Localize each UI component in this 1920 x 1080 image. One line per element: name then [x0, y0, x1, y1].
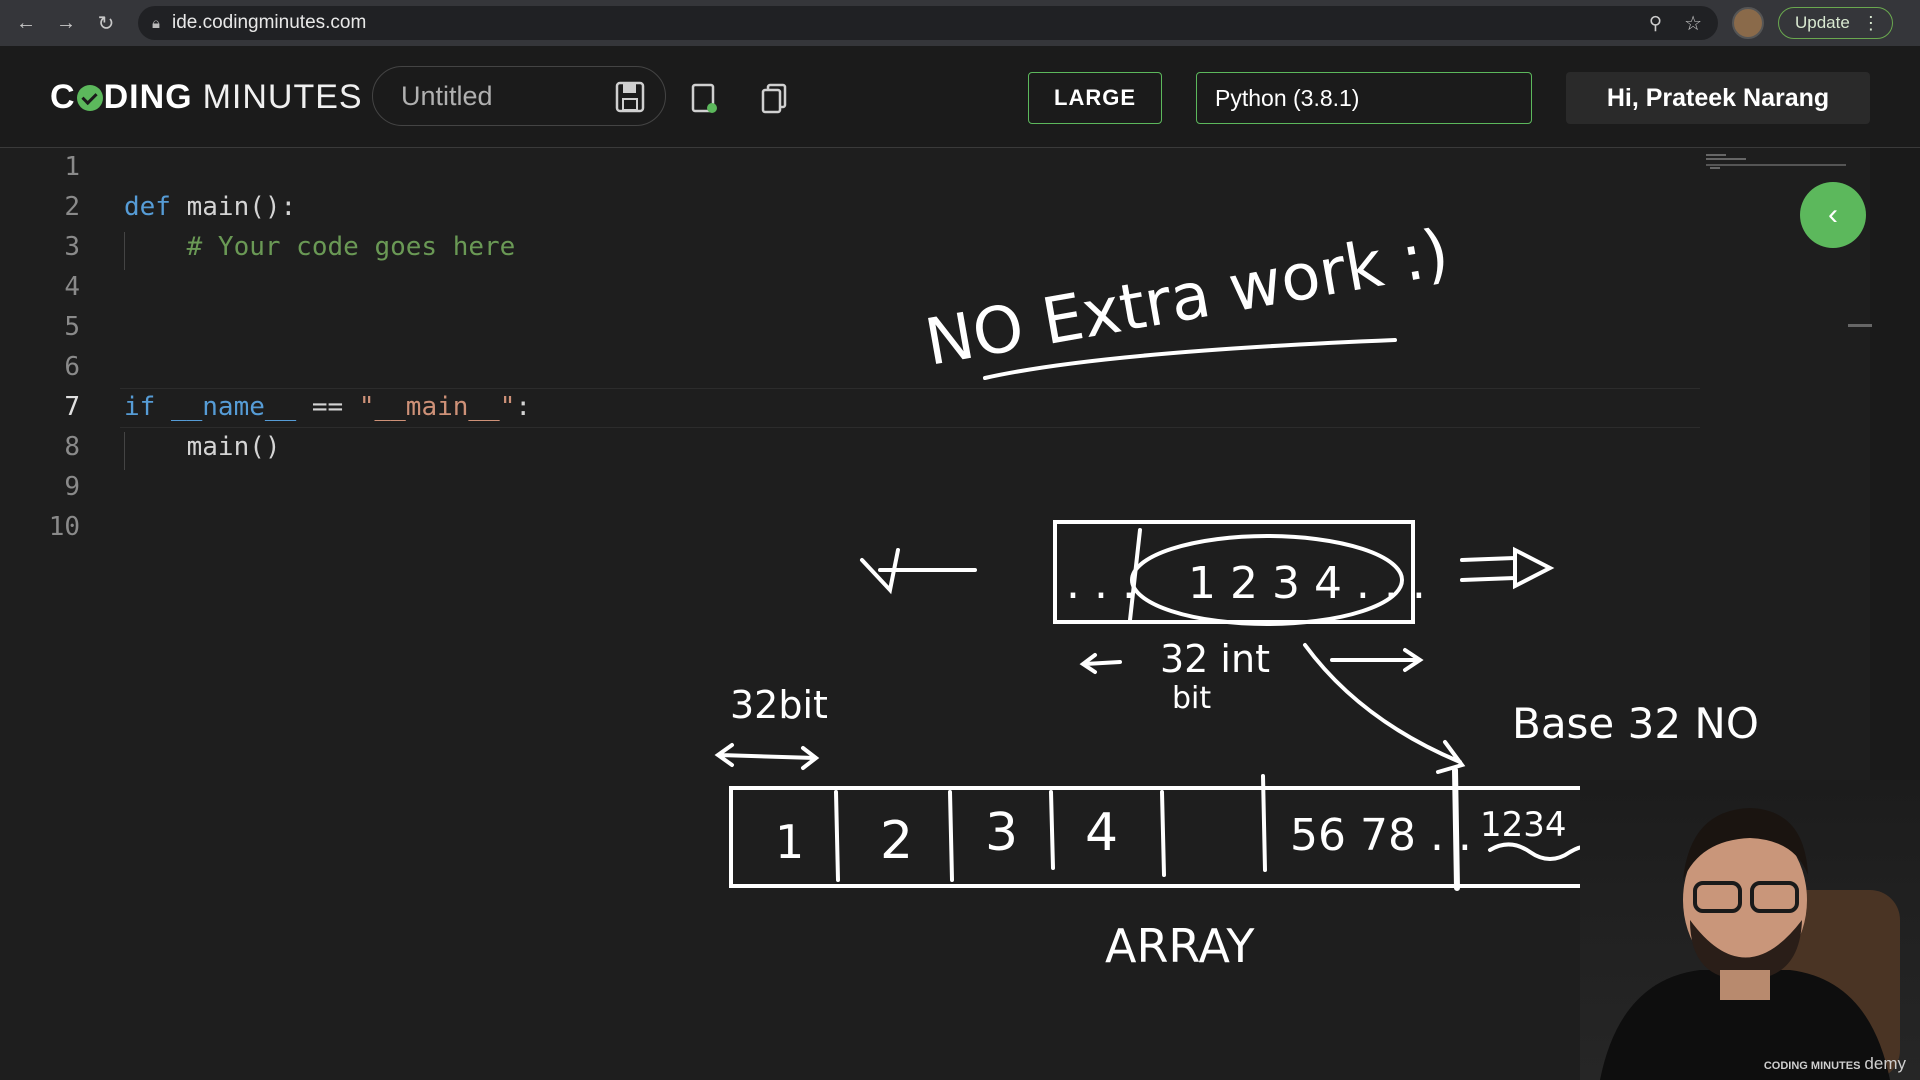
presenter-video — [1600, 808, 1900, 1080]
code-text: if __name__ == "__main__": — [124, 392, 532, 422]
code-text: main() — [124, 432, 281, 462]
code-line: 7 if __name__ == "__main__": — [0, 392, 1700, 432]
copy-icon[interactable] — [760, 82, 788, 114]
code-line: 4 — [0, 272, 1700, 312]
line-number: 1 — [64, 152, 80, 182]
chevron-left-icon[interactable]: ‹ — [1800, 182, 1866, 248]
logo-check-icon — [76, 84, 103, 111]
update-button[interactable]: Update ⋮ — [1778, 7, 1893, 39]
line-number: 4 — [64, 272, 80, 302]
reload-icon[interactable]: ↻ — [92, 9, 120, 37]
logo-text-c: C — [50, 78, 76, 116]
save-icon[interactable] — [615, 81, 645, 113]
font-size-button[interactable]: LARGE — [1028, 72, 1162, 124]
file-title-input[interactable]: Untitled — [372, 66, 666, 126]
bookmark-star-icon[interactable]: ☆ — [1684, 11, 1702, 36]
code-line: 3 # Your code goes here — [0, 232, 1700, 272]
file-title-text: Untitled — [401, 80, 493, 111]
back-icon[interactable]: ← — [12, 9, 40, 37]
indent-guide — [124, 432, 125, 470]
line-number: 10 — [48, 512, 80, 542]
lock-icon: 🔒︎ — [152, 14, 160, 32]
indent-guide — [124, 232, 125, 270]
language-select[interactable]: Python (3.8.1) — [1196, 72, 1532, 124]
zoom-icon[interactable]: ⚲ — [1649, 13, 1662, 34]
profile-avatar[interactable] — [1732, 7, 1764, 39]
line-number: 7 — [64, 392, 80, 422]
code-line: 1 — [0, 152, 1700, 192]
line-number: 2 — [64, 192, 80, 222]
browser-toolbar: ← → ↻ 🔒︎ ide.codingminutes.com ⚲ ☆ Updat… — [0, 0, 1920, 46]
webcam-watermark: demy — [1864, 1054, 1906, 1073]
webcam-brand-text: CODING MINUTES — [1763, 1060, 1861, 1072]
line-number: 8 — [64, 432, 80, 462]
logo-text-ding: DING — [103, 78, 193, 116]
line-number: 6 — [64, 352, 80, 382]
logo-text-minutes: MINUTES — [202, 78, 363, 116]
code-text: # Your code goes here — [124, 232, 516, 262]
code-line: 10 — [0, 512, 1700, 552]
coding-minutes-logo[interactable]: C DING MINUTES — [50, 78, 363, 117]
line-number: 3 — [64, 232, 80, 262]
webcam-brand: CODING MINUTES demy — [1764, 1055, 1906, 1072]
address-bar[interactable]: 🔒︎ ide.codingminutes.com ⚲ ☆ — [138, 6, 1718, 40]
code-line: 5 — [0, 312, 1700, 352]
update-label: Update — [1795, 13, 1850, 32]
line-number: 5 — [64, 312, 80, 342]
new-file-icon[interactable] — [690, 82, 718, 114]
code-line: 8 main() — [0, 432, 1700, 472]
code-line: 6 — [0, 352, 1700, 392]
code-line: 9 — [0, 472, 1700, 512]
minimap[interactable] — [1706, 152, 1846, 172]
user-greeting[interactable]: Hi, Prateek Narang — [1566, 72, 1870, 124]
app-header: C DING MINUTES Untitled LARGE Python (3.… — [0, 46, 1920, 148]
forward-icon[interactable]: → — [52, 9, 80, 37]
webcam-overlay: CODING MINUTES demy — [1580, 780, 1920, 1080]
more-vert-icon: ⋮ — [1861, 12, 1880, 33]
code-text: def main(): — [124, 192, 297, 222]
line-number: 9 — [64, 472, 80, 502]
code-line: 2 def main(): — [0, 192, 1700, 232]
url-text: ide.codingminutes.com — [171, 12, 367, 33]
scrollbar-thumb[interactable] — [1848, 324, 1872, 327]
